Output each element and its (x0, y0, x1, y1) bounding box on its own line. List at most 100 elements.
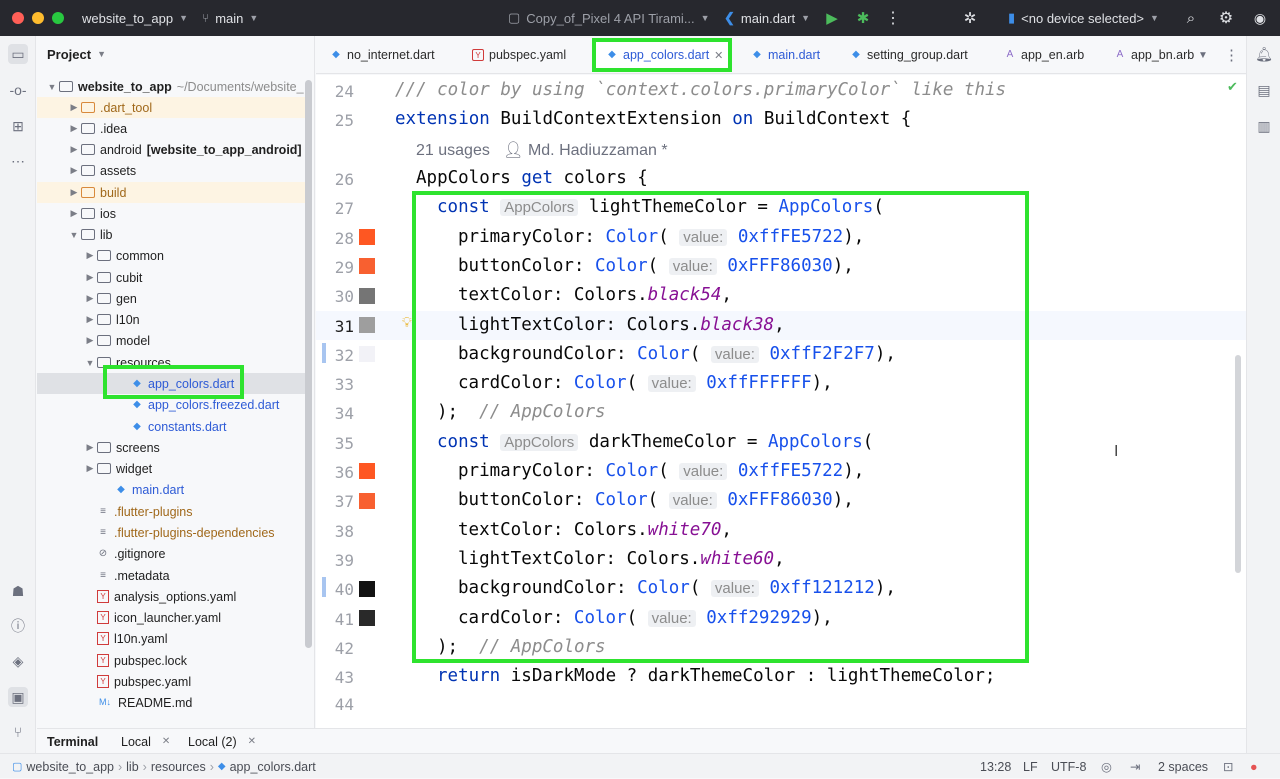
device-manager-icon[interactable]: ☗ (8, 581, 28, 601)
chevron-right-icon[interactable]: ▶ (67, 208, 81, 219)
inspection-ok-icon[interactable]: ✔ (1227, 79, 1238, 95)
chevron-right-icon[interactable]: ▶ (67, 165, 81, 176)
tree-item-l10n-yaml[interactable]: Yl10n.yaml (37, 628, 307, 649)
tab-overflow-icon[interactable]: ▼ (1198, 36, 1208, 74)
color-swatch-lighttext-light[interactable] (359, 317, 375, 333)
structure-icon[interactable]: ⊞ (8, 116, 28, 136)
problems-icon[interactable]: ⓘ (8, 616, 28, 636)
tab-app-bn[interactable]: Aapp_bn.arb (1114, 36, 1195, 74)
breadcrumb-item[interactable]: lib (126, 760, 139, 774)
tab-main[interactable]: ◆ main.dart (751, 36, 820, 74)
breadcrumb-item[interactable]: website_to_app (26, 760, 114, 774)
close-tab-icon[interactable]: ✕ (714, 49, 723, 62)
tree-item-build[interactable]: ▶ build (37, 182, 307, 203)
color-swatch-primary-dark[interactable] (359, 463, 375, 479)
device-config-selector[interactable]: ▢ Copy_of_Pixel 4 API Tirami... ▼ (508, 0, 710, 36)
tree-item-flutter-plugins[interactable]: ≡ .flutter-plugins (37, 501, 307, 522)
tab-local-2[interactable]: Local (2) ✕ (188, 729, 256, 754)
chevron-right-icon[interactable]: ▶ (83, 314, 97, 325)
flutter-inspector-icon[interactable]: ▥ (1254, 116, 1274, 136)
tab-setting-group[interactable]: ◆ setting_group.dart (850, 36, 968, 74)
more-tools-icon[interactable]: ⋯ (8, 151, 28, 171)
run-icon[interactable]: ▶ (822, 8, 842, 28)
vertical-scrollbar[interactable] (305, 80, 312, 648)
notifications-icon[interactable]: 🔔︎ (1254, 44, 1274, 64)
tree-item-cubit[interactable]: ▶ cubit (37, 267, 307, 288)
tree-item-screens[interactable]: ▶ screens (37, 437, 307, 458)
chevron-right-icon[interactable]: ▶ (83, 272, 97, 283)
file-encoding[interactable]: UTF-8 (1051, 754, 1086, 779)
device-selector[interactable]: ▮ <no device selected> ▼ (1008, 0, 1159, 36)
chevron-right-icon[interactable]: ▶ (67, 123, 81, 134)
editor-scrollbar[interactable] (1235, 355, 1241, 573)
tree-item-pubspec-yaml[interactable]: Ypubspec.yaml (37, 671, 307, 692)
tab-pubspec[interactable]: Ypubspec.yaml (472, 36, 566, 74)
terminal-title[interactable]: Terminal (47, 729, 98, 754)
error-icon[interactable]: ● (1250, 754, 1258, 779)
tree-item-metadata[interactable]: ≡ .metadata (37, 565, 307, 586)
usages-count[interactable]: 21 usages (416, 142, 490, 159)
tree-item-assets[interactable]: ▶ assets (37, 160, 307, 181)
run-config-selector[interactable]: ❮ main.dart ▼ (724, 0, 810, 36)
tree-item-flutter-plugins-dependencies[interactable]: ≡ .flutter-plugins-dependencies (37, 522, 307, 543)
color-swatch-button-light[interactable] (359, 258, 375, 274)
author-name[interactable]: Md. Hadiuzzaman * (528, 142, 668, 159)
tree-item-l10n[interactable]: ▶ l10n (37, 309, 307, 330)
debug-icon[interactable]: ✱ (853, 8, 873, 28)
bug-icon[interactable]: ✲ (960, 8, 980, 28)
tree-item-main-dart[interactable]: ◆ main.dart (37, 479, 307, 500)
tree-item-model[interactable]: ▶ model (37, 330, 307, 351)
color-swatch-button-dark[interactable] (359, 493, 375, 509)
cursor-position[interactable]: 13:28 (980, 754, 1011, 779)
chevron-right-icon[interactable]: ▶ (83, 250, 97, 261)
terminal-icon[interactable]: ▣ (8, 687, 28, 707)
project-selector[interactable]: website_to_app ▼ (82, 0, 188, 36)
tree-item-ios[interactable]: ▶ ios (37, 203, 307, 224)
tree-item-constants-dart[interactable]: ◆ constants.dart (37, 416, 307, 437)
chevron-right-icon[interactable]: ▶ (83, 463, 97, 474)
tree-item-analysis-options-yaml[interactable]: Yanalysis_options.yaml (37, 586, 307, 607)
chevron-right-icon[interactable]: ▶ (83, 293, 97, 304)
account-icon[interactable]: ◉ (1250, 8, 1270, 28)
project-panel-header[interactable]: Project ▼ (37, 36, 314, 72)
folder-icon[interactable]: ▭ (8, 44, 28, 64)
lightbulb-icon[interactable]: 💡︎ (402, 314, 412, 331)
chevron-right-icon[interactable]: ▶ (67, 102, 81, 113)
tree-item-dart-tool[interactable]: ▶ .dart_tool (37, 97, 307, 118)
tree-item-pubspec-lock[interactable]: Ypubspec.lock (37, 650, 307, 671)
tree-item-website-to-app[interactable]: ▼ website_to_app ~/Documents/website_ (37, 76, 307, 97)
tab-local[interactable]: Local ✕ (121, 729, 170, 754)
tree-item-idea[interactable]: ▶ .idea (37, 118, 307, 139)
more-actions-icon[interactable]: ⋮ (883, 8, 903, 28)
tree-item-icon-launcher-yaml[interactable]: Yicon_launcher.yaml (37, 607, 307, 628)
tree-item-readme-md[interactable]: M↓ README.md (37, 692, 307, 713)
tree-item-gitignore[interactable]: ⊘ .gitignore (37, 543, 307, 564)
tab-options-icon[interactable]: ⋮ (1224, 36, 1239, 74)
chevron-right-icon[interactable]: ▶ (67, 187, 81, 198)
git-icon[interactable]: ⑂ (8, 722, 28, 742)
lock-icon[interactable]: ⊡ (1223, 754, 1233, 779)
gradle-icon[interactable]: ▤ (1254, 80, 1274, 100)
gear-icon[interactable]: ⚙ (1216, 8, 1236, 28)
color-swatch-text-light[interactable] (359, 288, 375, 304)
breadcrumb-item[interactable]: resources (151, 760, 206, 774)
dart-analysis-icon[interactable]: ◈ (8, 651, 28, 671)
close-tab-icon[interactable]: ✕ (248, 736, 256, 747)
tree-item-widget[interactable]: ▶ widget (37, 458, 307, 479)
indent-setting[interactable]: 2 spaces (1158, 754, 1208, 779)
close-tab-icon[interactable]: ✕ (162, 736, 170, 747)
branch-selector[interactable]: ⑂ main ▼ (202, 0, 258, 36)
chevron-right-icon[interactable]: ▶ (83, 335, 97, 346)
commit-icon[interactable]: -o- (8, 80, 28, 100)
minimize-window-button[interactable] (32, 12, 44, 24)
tree-item-android[interactable]: ▶ android [website_to_app_android] (37, 139, 307, 160)
tree-item-gen[interactable]: ▶ gen (37, 288, 307, 309)
color-swatch-card-dark[interactable] (359, 610, 375, 626)
search-icon[interactable]: ⌕ (1181, 8, 1201, 28)
chevron-right-icon[interactable]: ▶ (83, 442, 97, 453)
chevron-down-icon[interactable]: ▼ (83, 358, 97, 368)
tab-app-colors[interactable]: ◆ app_colors.dart ✕ (592, 38, 732, 72)
code-editor[interactable]: 24 25 26 27 28 29 30 31 32 33 34 35 36 37 38 39 40 41 42 43… (316, 75, 1246, 728)
tab-no-internet[interactable]: ◆ no_internet.dart (330, 36, 434, 74)
chevron-right-icon[interactable]: ▶ (67, 144, 81, 155)
